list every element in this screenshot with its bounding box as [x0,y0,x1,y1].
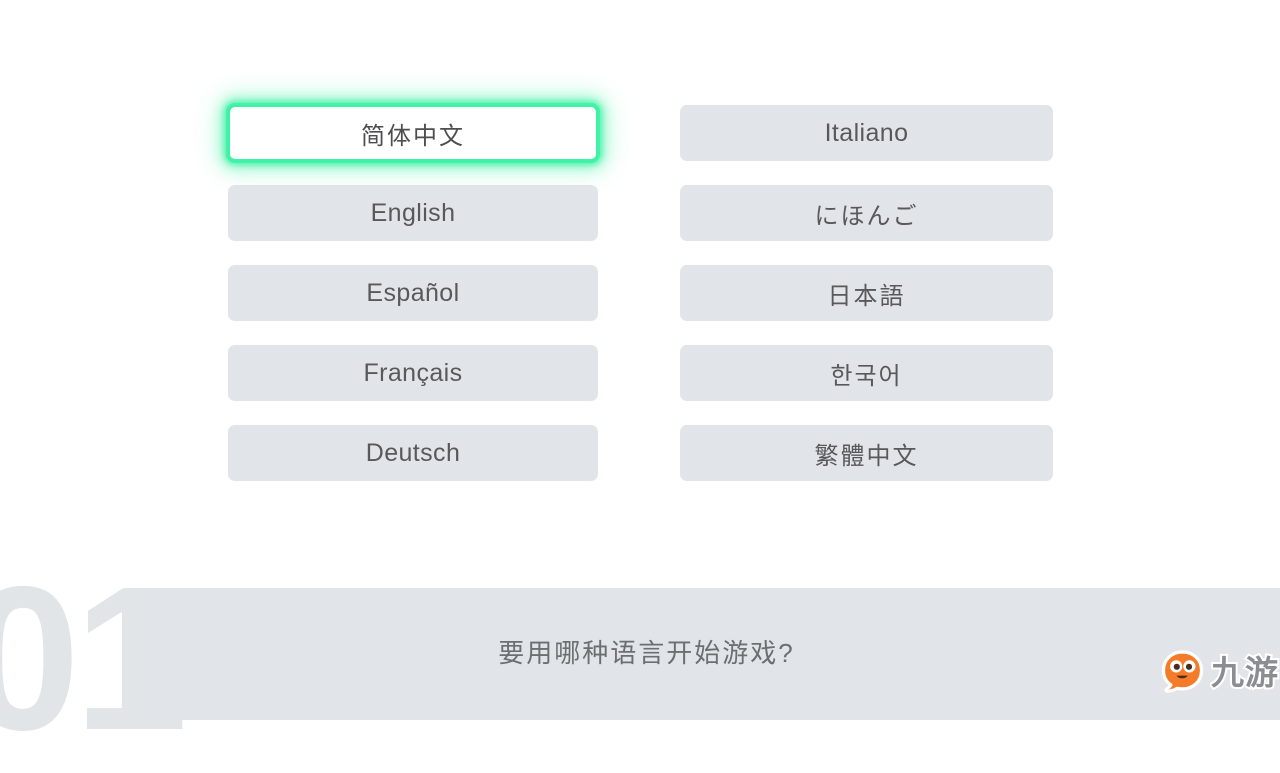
language-button-simplified-chinese[interactable]: 简体中文 [228,105,598,161]
language-button-traditional-chinese[interactable]: 繁體中文 [680,425,1053,481]
prompt-text: 要用哪种语言开始游戏? [498,637,795,668]
language-column-right: Italiano にほんご 日本語 한국어 繁體中文 [680,105,1053,481]
language-button-english[interactable]: English [228,185,598,241]
language-button-spanish[interactable]: Español [228,265,598,321]
jiuyou-mascot-icon [1160,650,1204,696]
language-button-italian[interactable]: Italiano [680,105,1053,161]
prompt-panel: 要用哪种语言开始游戏? [143,588,1280,720]
brand-watermark: 九游 [1160,647,1280,699]
language-grid: 简体中文 English Español Français Deutsch It… [228,105,1053,481]
jiuyou-brand-text: 九游 [1210,653,1280,693]
language-button-french[interactable]: Français [228,345,598,401]
language-button-german[interactable]: Deutsch [228,425,598,481]
language-button-japanese-kanji[interactable]: 日本語 [680,265,1053,321]
language-column-left: 简体中文 English Español Français Deutsch [228,105,598,481]
language-button-korean[interactable]: 한국어 [680,345,1053,401]
svg-text:九游: 九游 [1211,654,1279,691]
language-button-japanese-hiragana[interactable]: にほんご [680,185,1053,241]
